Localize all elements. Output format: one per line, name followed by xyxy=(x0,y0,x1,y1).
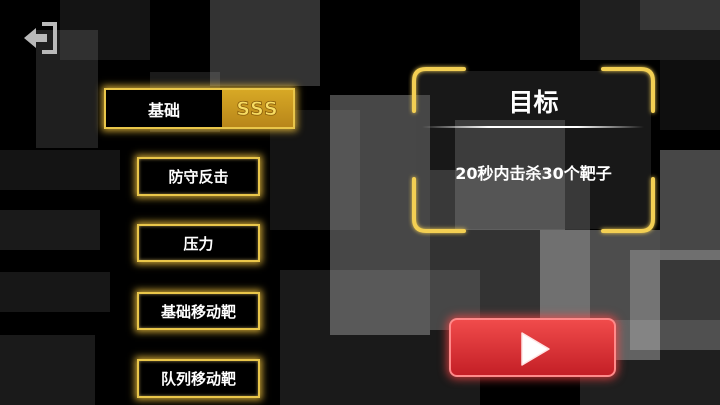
objective-description: 20秒内击杀30个靶子 xyxy=(455,164,612,183)
mode-label: 防守反击 xyxy=(168,168,229,186)
mode-label: 压力 xyxy=(183,234,214,253)
back-button[interactable] xyxy=(22,20,60,56)
exit-arrow-icon xyxy=(24,22,57,54)
play-triangle-icon xyxy=(521,332,550,366)
mode-button-moving-targets[interactable]: 基础移动靶 xyxy=(137,292,260,330)
mode-label: 基础移动靶 xyxy=(160,302,236,321)
mode-button-basic[interactable]: 基础 SSS xyxy=(104,88,295,129)
grade-badge: SSS xyxy=(222,90,293,127)
mode-label: 队列移动靶 xyxy=(160,370,236,388)
panel-divider xyxy=(422,126,644,128)
mode-button-queue-targets[interactable]: 队列移动靶 xyxy=(137,359,260,398)
objective-title: 目标 xyxy=(508,88,559,117)
objective-panel: 目标 20秒内击杀30个靶子 xyxy=(408,63,659,237)
play-button[interactable] xyxy=(449,318,616,377)
mode-button-pressure[interactable]: 压力 xyxy=(137,224,260,262)
mode-button-counterattack[interactable]: 防守反击 xyxy=(137,157,260,196)
mode-label: 基础 xyxy=(106,90,222,127)
